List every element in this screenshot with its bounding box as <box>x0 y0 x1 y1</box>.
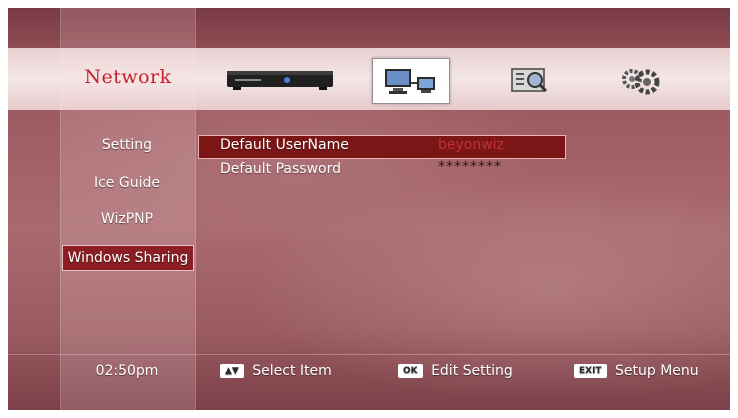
footer-divider <box>8 354 730 355</box>
default-password-label[interactable]: Default Password <box>220 161 341 177</box>
media-search-icon[interactable] <box>502 58 558 102</box>
hint-edit-setting-label: Edit Setting <box>431 363 513 379</box>
sidebar-item-windows-sharing[interactable]: Windows Sharing <box>62 245 194 271</box>
set-top-box-icon[interactable] <box>220 58 340 102</box>
clock: 02:50pm <box>95 363 159 379</box>
exit-key-icon: EXIT <box>574 364 607 378</box>
sidebar-item-wizpnp[interactable]: WizPNP <box>60 211 194 227</box>
hint-setup-menu-label: Setup Menu <box>615 363 699 379</box>
tv-screen: Network Setting Ice Guide WizPNP Windows… <box>8 8 730 410</box>
default-password-value[interactable]: ******** <box>438 159 502 175</box>
sidebar-item-ice-guide[interactable]: Ice Guide <box>60 175 194 191</box>
page-title: Network <box>84 66 172 88</box>
ok-key-icon: OK <box>398 364 423 378</box>
hint-setup-menu: EXIT Setup Menu <box>574 363 699 379</box>
default-username-label[interactable]: Default UserName <box>220 137 349 153</box>
network-computers-icon[interactable] <box>372 58 450 104</box>
sidebar-item-setting[interactable]: Setting <box>60 137 194 153</box>
updown-key-icon: ▲▼ <box>220 364 244 378</box>
hint-select-item: ▲▼ Select Item <box>220 363 332 379</box>
hint-edit-setting: OK Edit Setting <box>398 363 513 379</box>
default-username-value[interactable]: beyonwiz <box>438 137 504 153</box>
hint-select-item-label: Select Item <box>252 363 332 379</box>
settings-gears-icon[interactable] <box>612 58 668 102</box>
